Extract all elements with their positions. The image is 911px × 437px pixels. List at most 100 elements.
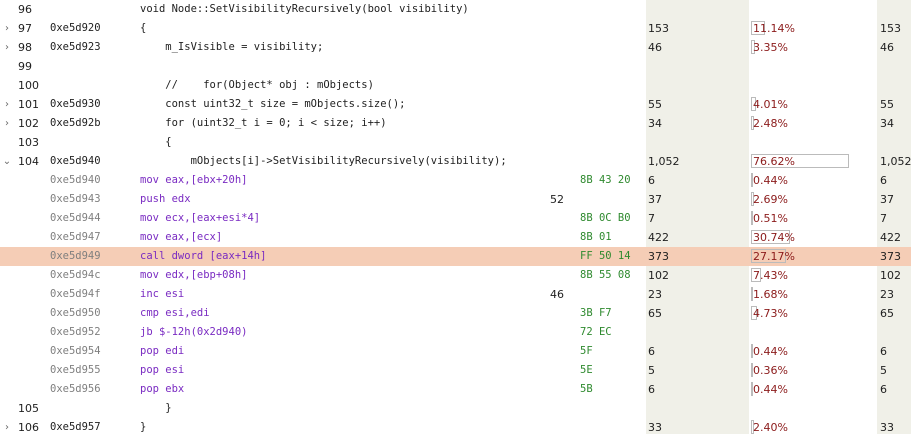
asm-instruction: cmp esi,edi: [140, 307, 210, 319]
sample-count-total: 6: [880, 383, 887, 396]
table-row[interactable]: 0xe5d947 mov eax,[ecx] 8B 01 422 30.74% 422: [0, 228, 911, 247]
chevron-right-icon[interactable]: ›: [2, 19, 12, 38]
line-number: 104: [18, 155, 39, 168]
opcode-bytes: 5B: [580, 383, 593, 395]
sample-count-total: 6: [880, 345, 887, 358]
chevron-right-icon[interactable]: ›: [2, 38, 12, 57]
opcode-bytes: 3B F7: [580, 307, 612, 319]
address: 0xe5d923: [50, 41, 101, 53]
sample-count-total: 373: [880, 250, 901, 263]
sample-count: 6: [648, 383, 655, 396]
table-row[interactable]: ⌄ 104 0xe5d940 mObjects[i]->SetVisibilityR…: [0, 152, 911, 171]
sample-count: 65: [648, 307, 662, 320]
percent-value: 2.40%: [753, 421, 788, 434]
address: 0xe5d930: [50, 98, 101, 110]
sample-count-total: 5: [880, 364, 887, 377]
line-number: 101: [18, 98, 39, 111]
percent-value: 3.35%: [753, 41, 788, 54]
sample-count: 7: [648, 212, 655, 225]
chevron-down-icon[interactable]: ⌄: [2, 152, 12, 171]
table-row[interactable]: 0xe5d955 pop esi 5E 5 0.36% 5: [0, 361, 911, 380]
sample-count-total: 33: [880, 421, 894, 434]
table-row[interactable]: 0xe5d943 push edx 52 37 2.69% 37: [0, 190, 911, 209]
address: 0xe5d956: [50, 383, 101, 395]
table-row[interactable]: 0xe5d956 pop ebx 5B 6 0.44% 6: [0, 380, 911, 399]
percent-value: 0.51%: [753, 212, 788, 225]
percent-value: 11.14%: [753, 22, 795, 35]
table-row[interactable]: 103 {: [0, 133, 911, 152]
opcode-bytes: 72 EC: [580, 326, 612, 338]
table-row[interactable]: 99: [0, 57, 911, 76]
address: 0xe5d949: [50, 250, 101, 262]
line-number: 105: [18, 402, 39, 415]
sample-count-total: 23: [880, 288, 894, 301]
sample-count: 6: [648, 345, 655, 358]
table-row[interactable]: 0xe5d952 jb $-12h(0x2d940) 72 EC: [0, 323, 911, 342]
source-code: const uint32_t size = mObjects.size();: [140, 98, 406, 110]
source-code: for (uint32_t i = 0; i < size; i++): [140, 117, 387, 129]
asm-instruction: call dword [eax+14h]: [140, 250, 267, 262]
table-row[interactable]: 0xe5d949 call dword [eax+14h] FF 50 14 373 2…: [0, 247, 911, 266]
chevron-right-icon[interactable]: ›: [2, 418, 12, 437]
asm-instruction: pop edi: [140, 345, 185, 357]
table-row[interactable]: › 106 0xe5d957} 33 2.40% 33: [0, 418, 911, 437]
table-row[interactable]: 0xe5d94f inc esi 46 23 1.68% 23: [0, 285, 911, 304]
table-row[interactable]: 105 }: [0, 399, 911, 418]
source-code: }: [140, 421, 147, 433]
address: 0xe5d957: [50, 421, 101, 433]
line-number: 97: [18, 22, 32, 35]
sample-count: 5: [648, 364, 655, 377]
chevron-right-icon[interactable]: ›: [2, 114, 12, 133]
line-number: 106: [18, 421, 39, 434]
table-row[interactable]: 0xe5d94c mov edx,[ebp+08h] 8B 55 08 102 7.43…: [0, 266, 911, 285]
line-number: 96: [18, 3, 32, 16]
source-code: m_IsVisible = visibility;: [140, 41, 324, 53]
line-number: 98: [18, 41, 32, 54]
table-row[interactable]: 100 // for(Object* obj : mObjects): [0, 76, 911, 95]
sample-count: 23: [648, 288, 662, 301]
table-row[interactable]: 0xe5d954 pop edi 5F 6 0.44% 6: [0, 342, 911, 361]
source-code: void Node::SetVisibilityRecursively(bool…: [140, 3, 469, 15]
address: 0xe5d954: [50, 345, 101, 357]
percent-value: 2.48%: [753, 117, 788, 130]
asm-instruction: mov edx,[ebp+08h]: [140, 269, 248, 281]
table-row[interactable]: 0xe5d950 cmp esi,edi 3B F7 65 4.73% 65: [0, 304, 911, 323]
sample-count: 55: [648, 98, 662, 111]
address: 0xe5d92b: [50, 117, 101, 129]
table-row[interactable]: 96 void Node::SetVisibilityRecursively(bo…: [0, 0, 911, 19]
asm-instruction: mov ecx,[eax+esi*4]: [140, 212, 261, 224]
disassembly-view: 96 void Node::SetVisibilityRecursively(bo…: [0, 0, 911, 434]
sample-count-total: 102: [880, 269, 901, 282]
opcode-bytes: 8B 43 20: [580, 174, 631, 186]
address: 0xe5d940: [50, 155, 101, 167]
chevron-right-icon[interactable]: ›: [2, 95, 12, 114]
line-number: 100: [18, 79, 39, 92]
asm-instruction: pop esi: [140, 364, 185, 376]
sample-count-total: 37: [880, 193, 894, 206]
opcode-bytes: 5F: [580, 345, 593, 357]
sample-count-total: 34: [880, 117, 894, 130]
table-row[interactable]: › 101 0xe5d930 const uint32_t size = mObje…: [0, 95, 911, 114]
percent-value: 30.74%: [753, 231, 795, 244]
table-row[interactable]: › 97 0xe5d920 {153 11.14% 153: [0, 19, 911, 38]
address: 0xe5d940: [50, 174, 101, 186]
sample-count-total: 6: [880, 174, 887, 187]
source-code: {: [140, 136, 172, 148]
sample-count: 33: [648, 421, 662, 434]
table-row[interactable]: › 98 0xe5d923 m_IsVisible = visibility; 46 3…: [0, 38, 911, 57]
sample-count: 102: [648, 269, 669, 282]
address: 0xe5d920: [50, 22, 101, 34]
table-row[interactable]: 0xe5d940 mov eax,[ebx+20h] 8B 43 20 6 0.44% 6: [0, 171, 911, 190]
address: 0xe5d952: [50, 326, 101, 338]
table-row[interactable]: 0xe5d944 mov ecx,[eax+esi*4] 8B 0C B0 7 0.51…: [0, 209, 911, 228]
source-code: // for(Object* obj : mObjects): [140, 79, 374, 91]
sample-count-total: 422: [880, 231, 901, 244]
sample-count-total: 55: [880, 98, 894, 111]
sample-count: 34: [648, 117, 662, 130]
sample-count-total: 46: [880, 41, 894, 54]
opcode-bytes: FF 50 14: [580, 250, 631, 262]
sample-count-total: 1,052: [880, 155, 911, 168]
inline-value: 52: [550, 193, 564, 206]
sample-count: 46: [648, 41, 662, 54]
table-row[interactable]: › 102 0xe5d92b for (uint32_t i = 0; i < si…: [0, 114, 911, 133]
